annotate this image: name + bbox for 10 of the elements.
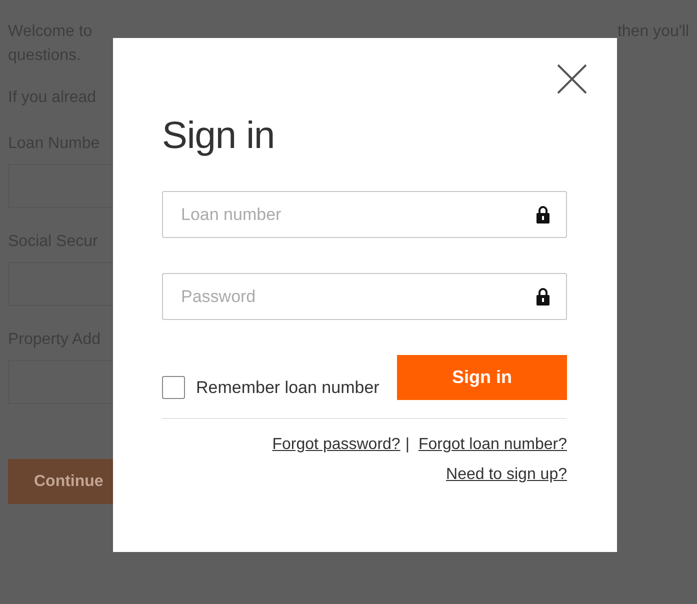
checkbox[interactable]	[162, 376, 185, 399]
lock-icon	[536, 205, 550, 224]
sign-up-link[interactable]: Need to sign up?	[446, 466, 567, 484]
lock-icon	[536, 287, 550, 306]
checkbox-label: Remember loan number	[196, 378, 380, 398]
forgot-password-link[interactable]: Forgot password?	[272, 436, 400, 454]
forgot-loan-number-link[interactable]: Forgot loan number?	[418, 436, 567, 454]
dialog-title: Sign in	[162, 114, 276, 158]
close-icon[interactable]	[557, 64, 587, 94]
separator: |	[405, 436, 410, 454]
